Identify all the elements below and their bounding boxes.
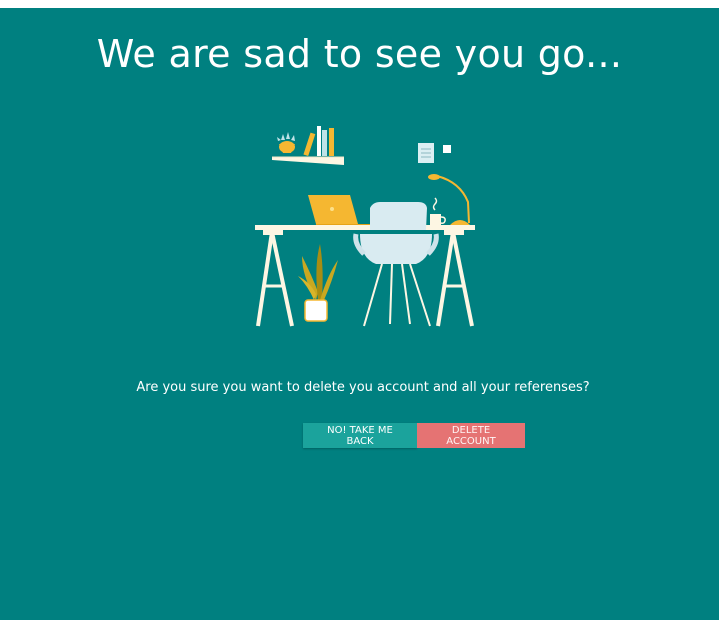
- potted-plant: [298, 244, 338, 322]
- delete-confirmation-question: Are you sure you want to delete you acco…: [136, 380, 590, 395]
- page-title: We are sad to see you go...: [96, 32, 623, 76]
- desk-top: [255, 225, 475, 230]
- coffee-mug: [430, 197, 446, 225]
- sticky-note: [443, 145, 451, 153]
- action-buttons: NO! TAKE ME BACK DELETE ACCOUNT: [303, 423, 525, 448]
- delete-account-button[interactable]: DELETE ACCOUNT: [417, 423, 525, 448]
- page-background: We are sad to see you go... Are you sure…: [0, 8, 719, 620]
- office-chair: [353, 202, 439, 327]
- take-me-back-button[interactable]: NO! TAKE ME BACK: [303, 423, 417, 448]
- shelf-group: [272, 126, 344, 165]
- desk-workspace-illustration: [255, 126, 475, 327]
